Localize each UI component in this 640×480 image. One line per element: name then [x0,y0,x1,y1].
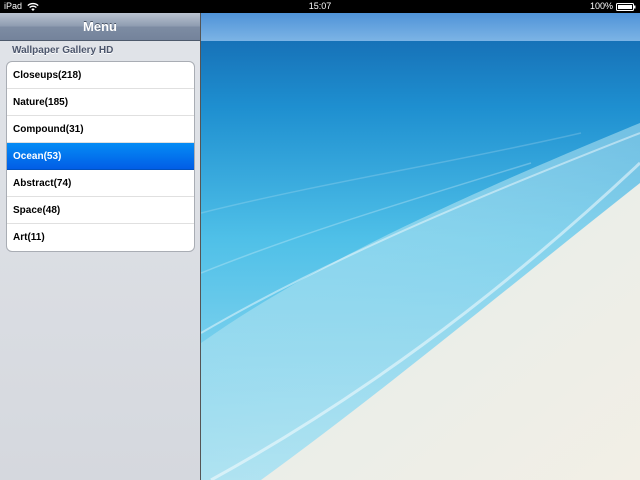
menu-item-nature[interactable]: Nature(185) [7,89,194,116]
wallpaper-image[interactable] [201,13,640,480]
battery-icon [616,2,636,11]
nav-title: Menu [83,19,117,34]
battery-percent: 100% [589,1,613,11]
sidebar: Menu Wallpaper Gallery HD Closeups(218) … [0,13,201,480]
menu-item-art[interactable]: Art(11) [7,224,194,251]
status-bar: iPad 15:07 100% [0,0,640,13]
menu-list: Closeups(218) Nature(185) Compound(31) O… [6,61,195,252]
section-header: Wallpaper Gallery HD [12,45,114,56]
ocean-beach-image [201,13,640,480]
menu-item-closeups[interactable]: Closeups(218) [7,62,194,89]
menu-item-space[interactable]: Space(48) [7,197,194,224]
menu-item-ocean[interactable]: Ocean(53) [7,143,194,170]
nav-bar: Menu [0,13,200,41]
menu-item-compound[interactable]: Compound(31) [7,116,194,143]
status-time: 15:07 [308,1,332,11]
menu-item-abstract[interactable]: Abstract(74) [7,170,194,197]
